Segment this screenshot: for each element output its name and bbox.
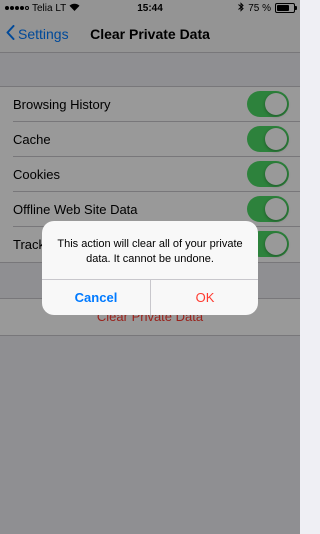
- cancel-button[interactable]: Cancel: [42, 280, 150, 315]
- ok-button[interactable]: OK: [151, 280, 258, 315]
- alert-message: This action will clear all of your priva…: [57, 238, 243, 265]
- clear-private-data-screen: Telia LT 15:44 75 % Settings Clear Priva…: [0, 0, 300, 534]
- confirm-alert: This action will clear all of your priva…: [42, 221, 258, 315]
